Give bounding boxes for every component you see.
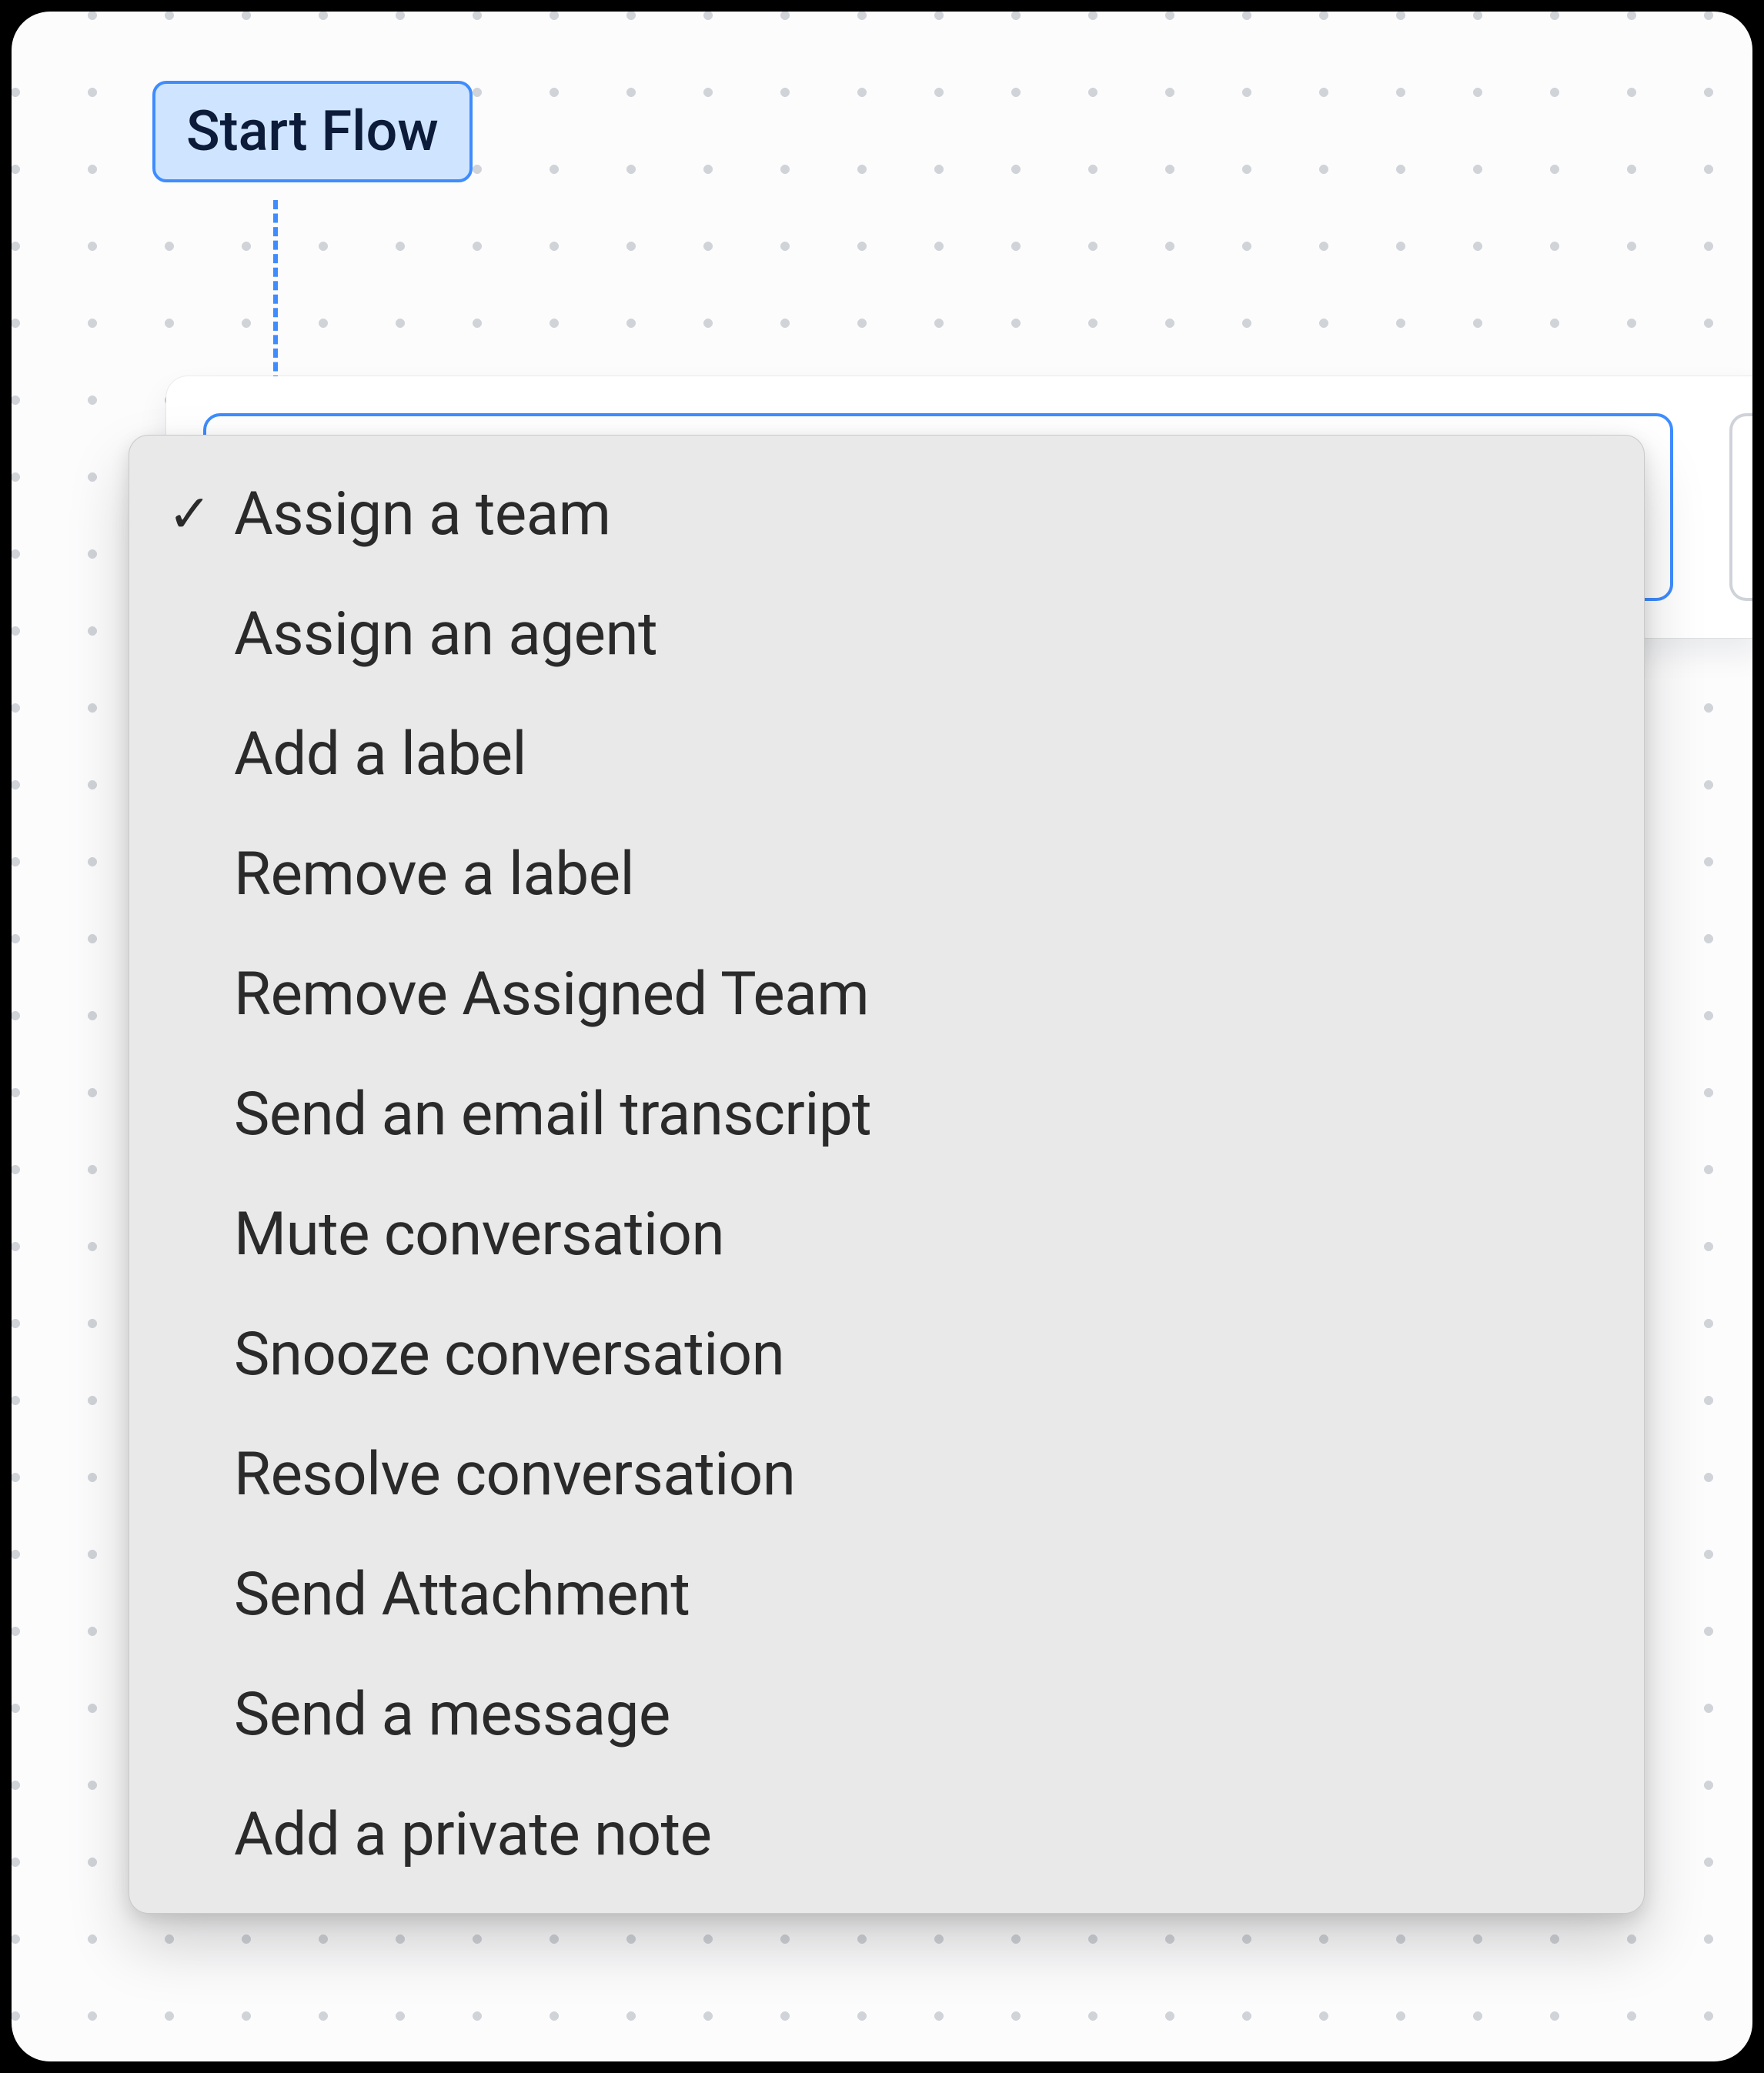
flow-connector	[273, 200, 278, 385]
dropdown-item-remove-a-label[interactable]: Remove a label	[129, 814, 1644, 934]
dropdown-item-remove-assigned-team[interactable]: Remove Assigned Team	[129, 934, 1644, 1054]
dropdown-item-send-attachment[interactable]: Send Attachment	[129, 1534, 1644, 1654]
dropdown-item-label: Send Attachment	[234, 1560, 690, 1630]
start-flow-label: Start Flow	[186, 98, 439, 164]
start-flow-node[interactable]: Start Flow	[152, 81, 473, 182]
dropdown-item-label: Send an email transcript	[234, 1080, 871, 1150]
action-card-adjacent-field[interactable]	[1729, 413, 1752, 601]
dropdown-item-label: Assign a team	[234, 479, 611, 549]
dropdown-item-label: Resolve conversation	[234, 1440, 795, 1510]
dropdown-item-label: Add a private note	[234, 1800, 711, 1870]
dropdown-item-snooze-conversation[interactable]: Snooze conversation	[129, 1294, 1644, 1414]
dropdown-item-assign-a-team[interactable]: ✓ Assign a team	[129, 454, 1644, 574]
dropdown-item-mute-conversation[interactable]: Mute conversation	[129, 1174, 1644, 1294]
dropdown-item-label: Send a message	[234, 1680, 670, 1750]
dropdown-item-add-a-label[interactable]: Add a label	[129, 694, 1644, 814]
dropdown-item-add-a-private-note[interactable]: Add a private note	[129, 1774, 1644, 1894]
dropdown-item-send-an-email-transcript[interactable]: Send an email transcript	[129, 1054, 1644, 1174]
dropdown-item-label: Add a label	[234, 719, 526, 789]
dropdown-item-label: Assign an agent	[234, 599, 657, 669]
dropdown-item-send-a-message[interactable]: Send a message	[129, 1654, 1644, 1774]
check-icon: ✓	[168, 483, 234, 545]
dropdown-item-resolve-conversation[interactable]: Resolve conversation	[129, 1414, 1644, 1534]
flow-canvas[interactable]: Start Flow ✓ Assign a team Assign an age…	[12, 12, 1752, 2061]
dropdown-item-assign-an-agent[interactable]: Assign an agent	[129, 574, 1644, 694]
action-dropdown: ✓ Assign a team Assign an agent Add a la…	[129, 435, 1645, 1914]
dropdown-item-label: Remove a label	[234, 840, 634, 910]
dropdown-item-label: Snooze conversation	[234, 1320, 784, 1390]
dropdown-item-label: Remove Assigned Team	[234, 960, 869, 1030]
dropdown-item-label: Mute conversation	[234, 1200, 724, 1270]
